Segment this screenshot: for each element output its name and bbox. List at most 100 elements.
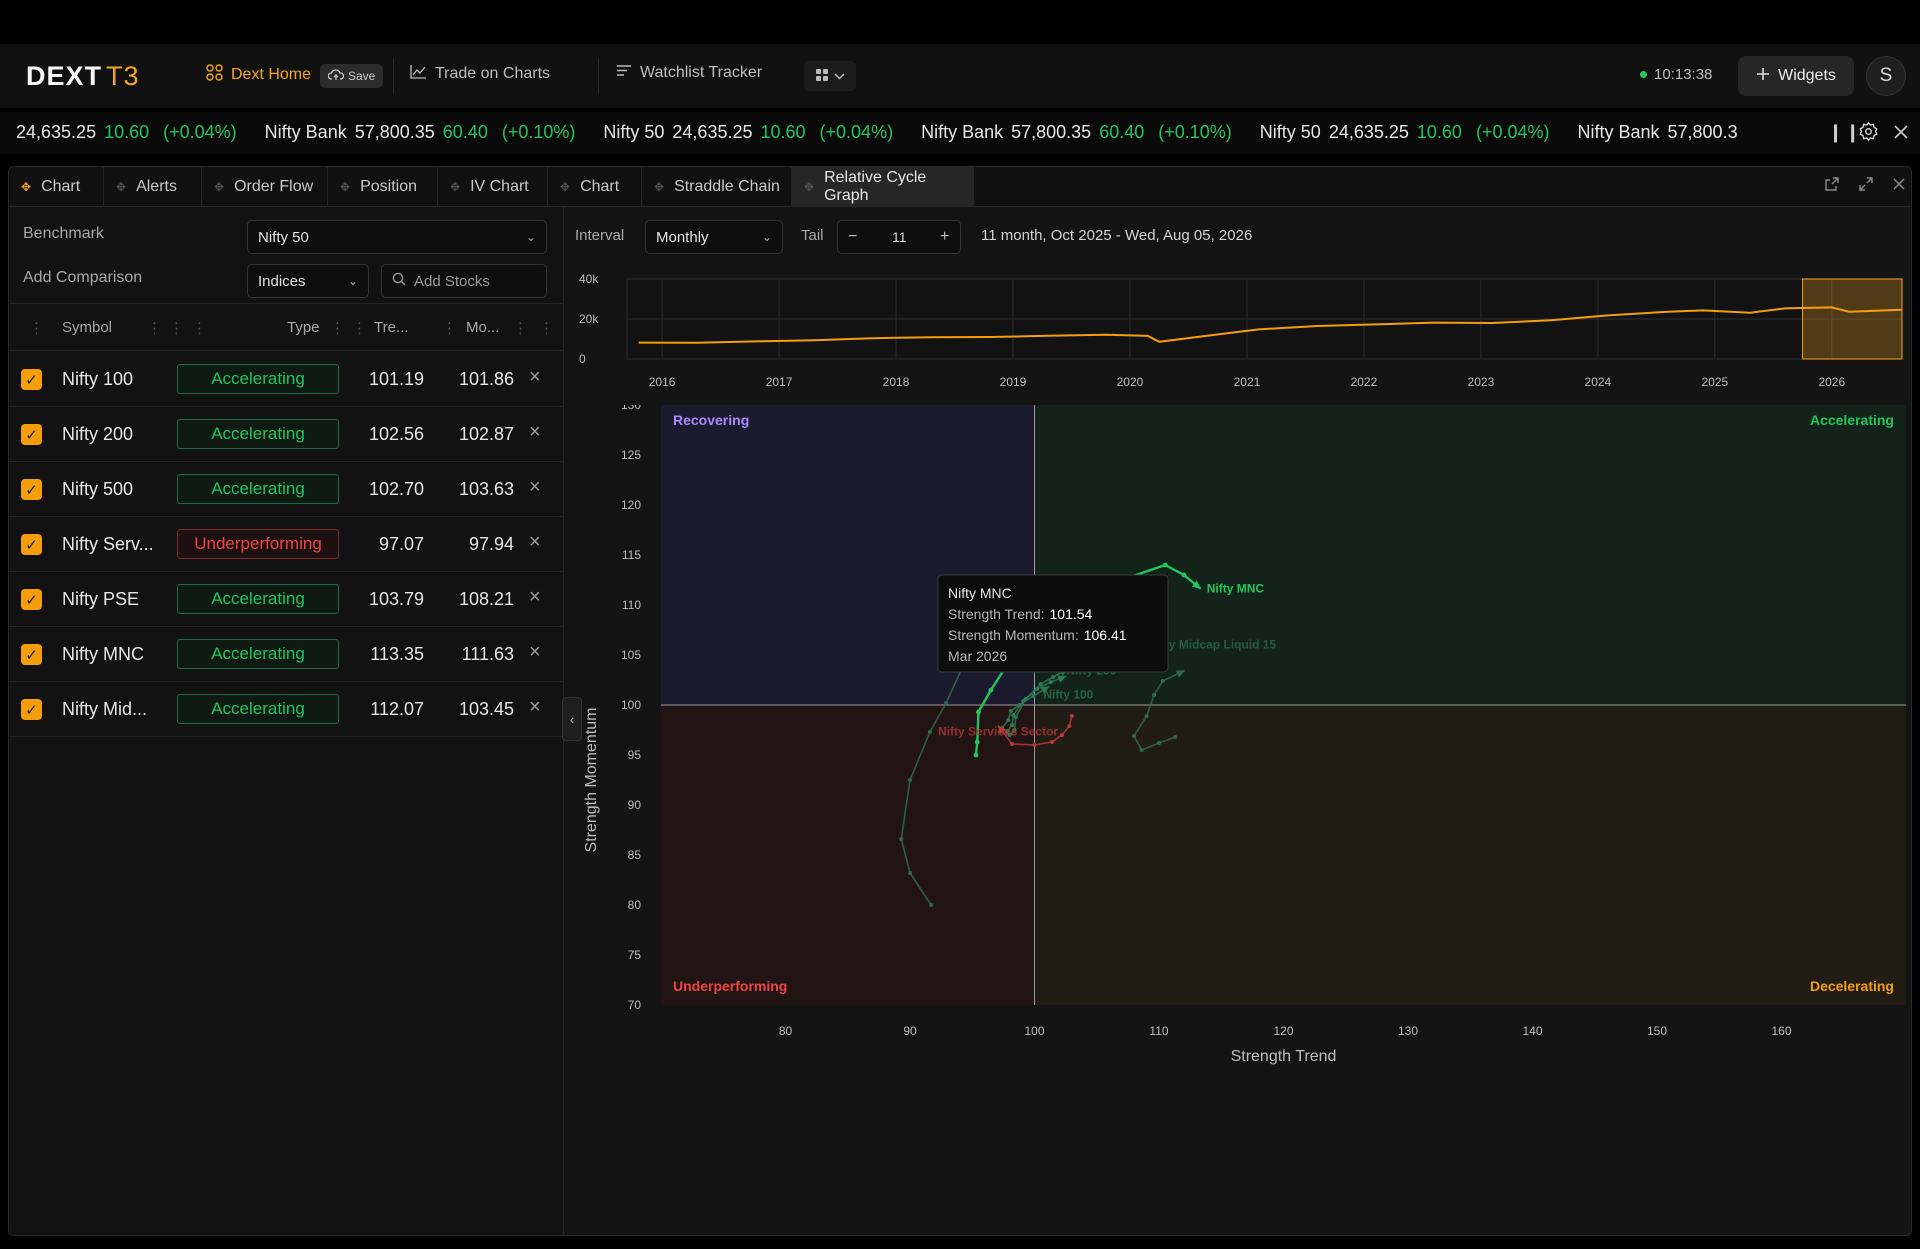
settings-icon[interactable] [1858, 121, 1879, 147]
row-checkbox[interactable]: ✓ [21, 534, 42, 555]
row-checkbox[interactable]: ✓ [21, 589, 42, 610]
column-menu-icon[interactable]: ⋮ [442, 319, 457, 337]
drag-handle-icon[interactable]: ✥ [340, 180, 350, 194]
close-panel-icon[interactable] [1893, 177, 1905, 195]
row-checkbox[interactable]: ✓ [21, 699, 42, 720]
remove-row-icon[interactable]: × [529, 366, 541, 389]
tab-relative-cycle-graph[interactable]: ✥ Relative Cycle Graph [792, 167, 974, 207]
save-button[interactable]: Save [320, 64, 384, 88]
relative-cycle-pane: Interval Monthly ⌄ Tail − 11 + 11 month,… [565, 207, 1912, 1235]
y-tick-label: 130 [621, 405, 641, 412]
ticker-item[interactable]: Nifty 50 24,635.25 10.60 (+0.04%) [1260, 122, 1550, 142]
remove-row-icon[interactable]: × [529, 641, 541, 664]
y-tick-label: 40k [579, 272, 599, 286]
ticker-change: 10.60 [1416, 122, 1462, 142]
tab-position[interactable]: ✥ Position [328, 167, 438, 207]
drag-handle-icon[interactable]: ✥ [654, 180, 664, 194]
interval-select[interactable]: Monthly ⌄ [645, 220, 783, 254]
relative-cycle-graph[interactable]: Recovering Accelerating Underperforming Dec… [565, 405, 1912, 1235]
column-menu-icon[interactable]: ⋮ [330, 319, 345, 337]
comparison-type-value: Indices [258, 272, 306, 290]
tab-order-flow[interactable]: ✥ Order Flow [202, 167, 328, 207]
table-row[interactable]: ✓ Nifty 500 Accelerating 102.70 103.63 × [9, 462, 564, 517]
trail-point [1034, 687, 1039, 691]
x-tick-label: 2026 [1818, 375, 1845, 389]
benchmark-value: Nifty 50 [258, 228, 309, 246]
table-row[interactable]: ✓ Nifty 200 Accelerating 102.56 102.87 × [9, 407, 564, 462]
remove-row-icon[interactable]: × [529, 696, 541, 719]
row-checkbox[interactable]: ✓ [21, 479, 42, 500]
table-row[interactable]: ✓ Nifty Serv... Underperforming 97.07 97.94 × [9, 517, 564, 572]
app-logo[interactable]: DEXT T3 [26, 61, 140, 92]
benchmark-select[interactable]: Nifty 50 ⌄ [247, 220, 547, 254]
increment-button[interactable]: + [940, 228, 949, 246]
table-row[interactable]: ✓ Nifty 100 Accelerating 101.19 101.86 × [9, 352, 564, 407]
table-row[interactable]: ✓ Nifty PSE Accelerating 103.79 108.21 × [9, 572, 564, 627]
ticker-item[interactable]: Nifty Bank 57,800.35 60.40 (+0.10%) [921, 122, 1232, 142]
remove-row-icon[interactable]: × [529, 476, 541, 499]
workspace-layout-dropdown[interactable] [804, 61, 856, 91]
nav-watchlist-tracker[interactable]: Watchlist Tracker [616, 64, 762, 82]
y-tick-label: 70 [628, 998, 642, 1012]
row-checkbox[interactable]: ✓ [21, 644, 42, 665]
momentum-value: 108.21 [458, 589, 514, 609]
column-menu-icon[interactable]: ⋮ [29, 319, 44, 337]
tab-alerts[interactable]: ✥ Alerts [104, 167, 202, 207]
quadrant-underperforming [661, 705, 1035, 1005]
table-row[interactable]: ✓ Nifty MNC Accelerating 113.35 111.63 × [9, 627, 564, 682]
trail-point [976, 709, 981, 715]
ticker-item[interactable]: Nifty Bank 57,800.3 [1577, 122, 1759, 142]
drag-handle-icon[interactable]: ✥ [804, 180, 814, 194]
tail-label: Tail [801, 227, 824, 244]
quadrant-label-underperforming: Underperforming [673, 978, 787, 994]
drag-handle-icon[interactable]: ✥ [21, 180, 31, 194]
quadrant-decelerating [1034, 705, 1906, 1005]
drag-handle-icon[interactable]: ✥ [450, 180, 460, 194]
ticker-item[interactable]: 24,635.25 10.60 (+0.04%) [8, 122, 237, 142]
table-row[interactable]: ✓ Nifty Mid... Accelerating 112.07 103.45 × [9, 682, 564, 737]
column-menu-icon[interactable]: ⋮ [352, 319, 367, 337]
tab-chart[interactable]: ✥ Chart [548, 167, 642, 207]
drag-handle-icon[interactable]: ✥ [560, 180, 570, 194]
nav-dext-home[interactable]: Dext Home [206, 64, 311, 86]
ticker-item[interactable]: Nifty 50 24,635.25 10.60 (+0.04%) [603, 122, 893, 142]
x-tick-label: 140 [1522, 1024, 1542, 1038]
remove-row-icon[interactable]: × [529, 421, 541, 444]
tab-chart[interactable]: ✥ Chart [9, 167, 104, 207]
column-menu-icon[interactable]: ⋮ [192, 319, 207, 337]
tab-straddle-chain[interactable]: ✥ Straddle Chain [642, 167, 792, 207]
popout-icon[interactable] [1825, 177, 1839, 196]
column-menu-icon[interactable]: ⋮ [169, 319, 184, 337]
add-stocks-search[interactable]: Add Stocks [381, 264, 547, 298]
close-icon[interactable] [1894, 123, 1908, 144]
tab-label: Order Flow [234, 178, 314, 195]
nav-trade-on-charts[interactable]: Trade on Charts [410, 64, 550, 84]
tab-iv-chart[interactable]: ✥ IV Chart [438, 167, 548, 207]
drag-handle-icon[interactable]: ✥ [116, 180, 126, 194]
user-avatar[interactable]: S [1866, 56, 1906, 96]
remove-row-icon[interactable]: × [529, 586, 541, 609]
column-trend[interactable]: Tre... [374, 319, 408, 336]
tab-label: IV Chart [470, 178, 529, 195]
comparison-type-select[interactable]: Indices ⌄ [247, 264, 369, 298]
column-menu-icon[interactable]: ⋮ [147, 319, 162, 337]
remove-row-icon[interactable]: × [529, 531, 541, 554]
overview-line-chart[interactable]: 0 20k 40k 2016 2017 2018 2019 2020 2021 2022 2023 2… [565, 259, 1912, 399]
ticker-item[interactable]: Nifty Bank 57,800.35 60.40 (+0.10%) [265, 122, 576, 142]
tail-stepper[interactable]: − 11 + [837, 220, 961, 254]
tail-value[interactable]: 11 [892, 229, 907, 245]
row-checkbox[interactable]: ✓ [21, 369, 42, 390]
maximize-icon[interactable] [1859, 177, 1873, 196]
chevron-down-icon: ⌄ [525, 230, 536, 244]
column-momentum[interactable]: Mo... [466, 319, 499, 336]
workspace-panel: ✥ Chart ✥ Alerts ✥ Order Flow ✥ Position ✥ IV Cha… [8, 166, 1912, 1236]
column-type[interactable]: Type [287, 319, 320, 336]
column-menu-icon[interactable]: ⋮ [539, 319, 554, 337]
row-checkbox[interactable]: ✓ [21, 424, 42, 445]
ticker-change: 60.40 [1099, 122, 1145, 142]
column-symbol[interactable]: Symbol [62, 319, 112, 336]
widgets-button[interactable]: Widgets [1738, 56, 1854, 96]
column-menu-icon[interactable]: ⋮ [513, 319, 528, 337]
drag-handle-icon[interactable]: ✥ [214, 180, 224, 194]
decrement-button[interactable]: − [848, 228, 857, 246]
